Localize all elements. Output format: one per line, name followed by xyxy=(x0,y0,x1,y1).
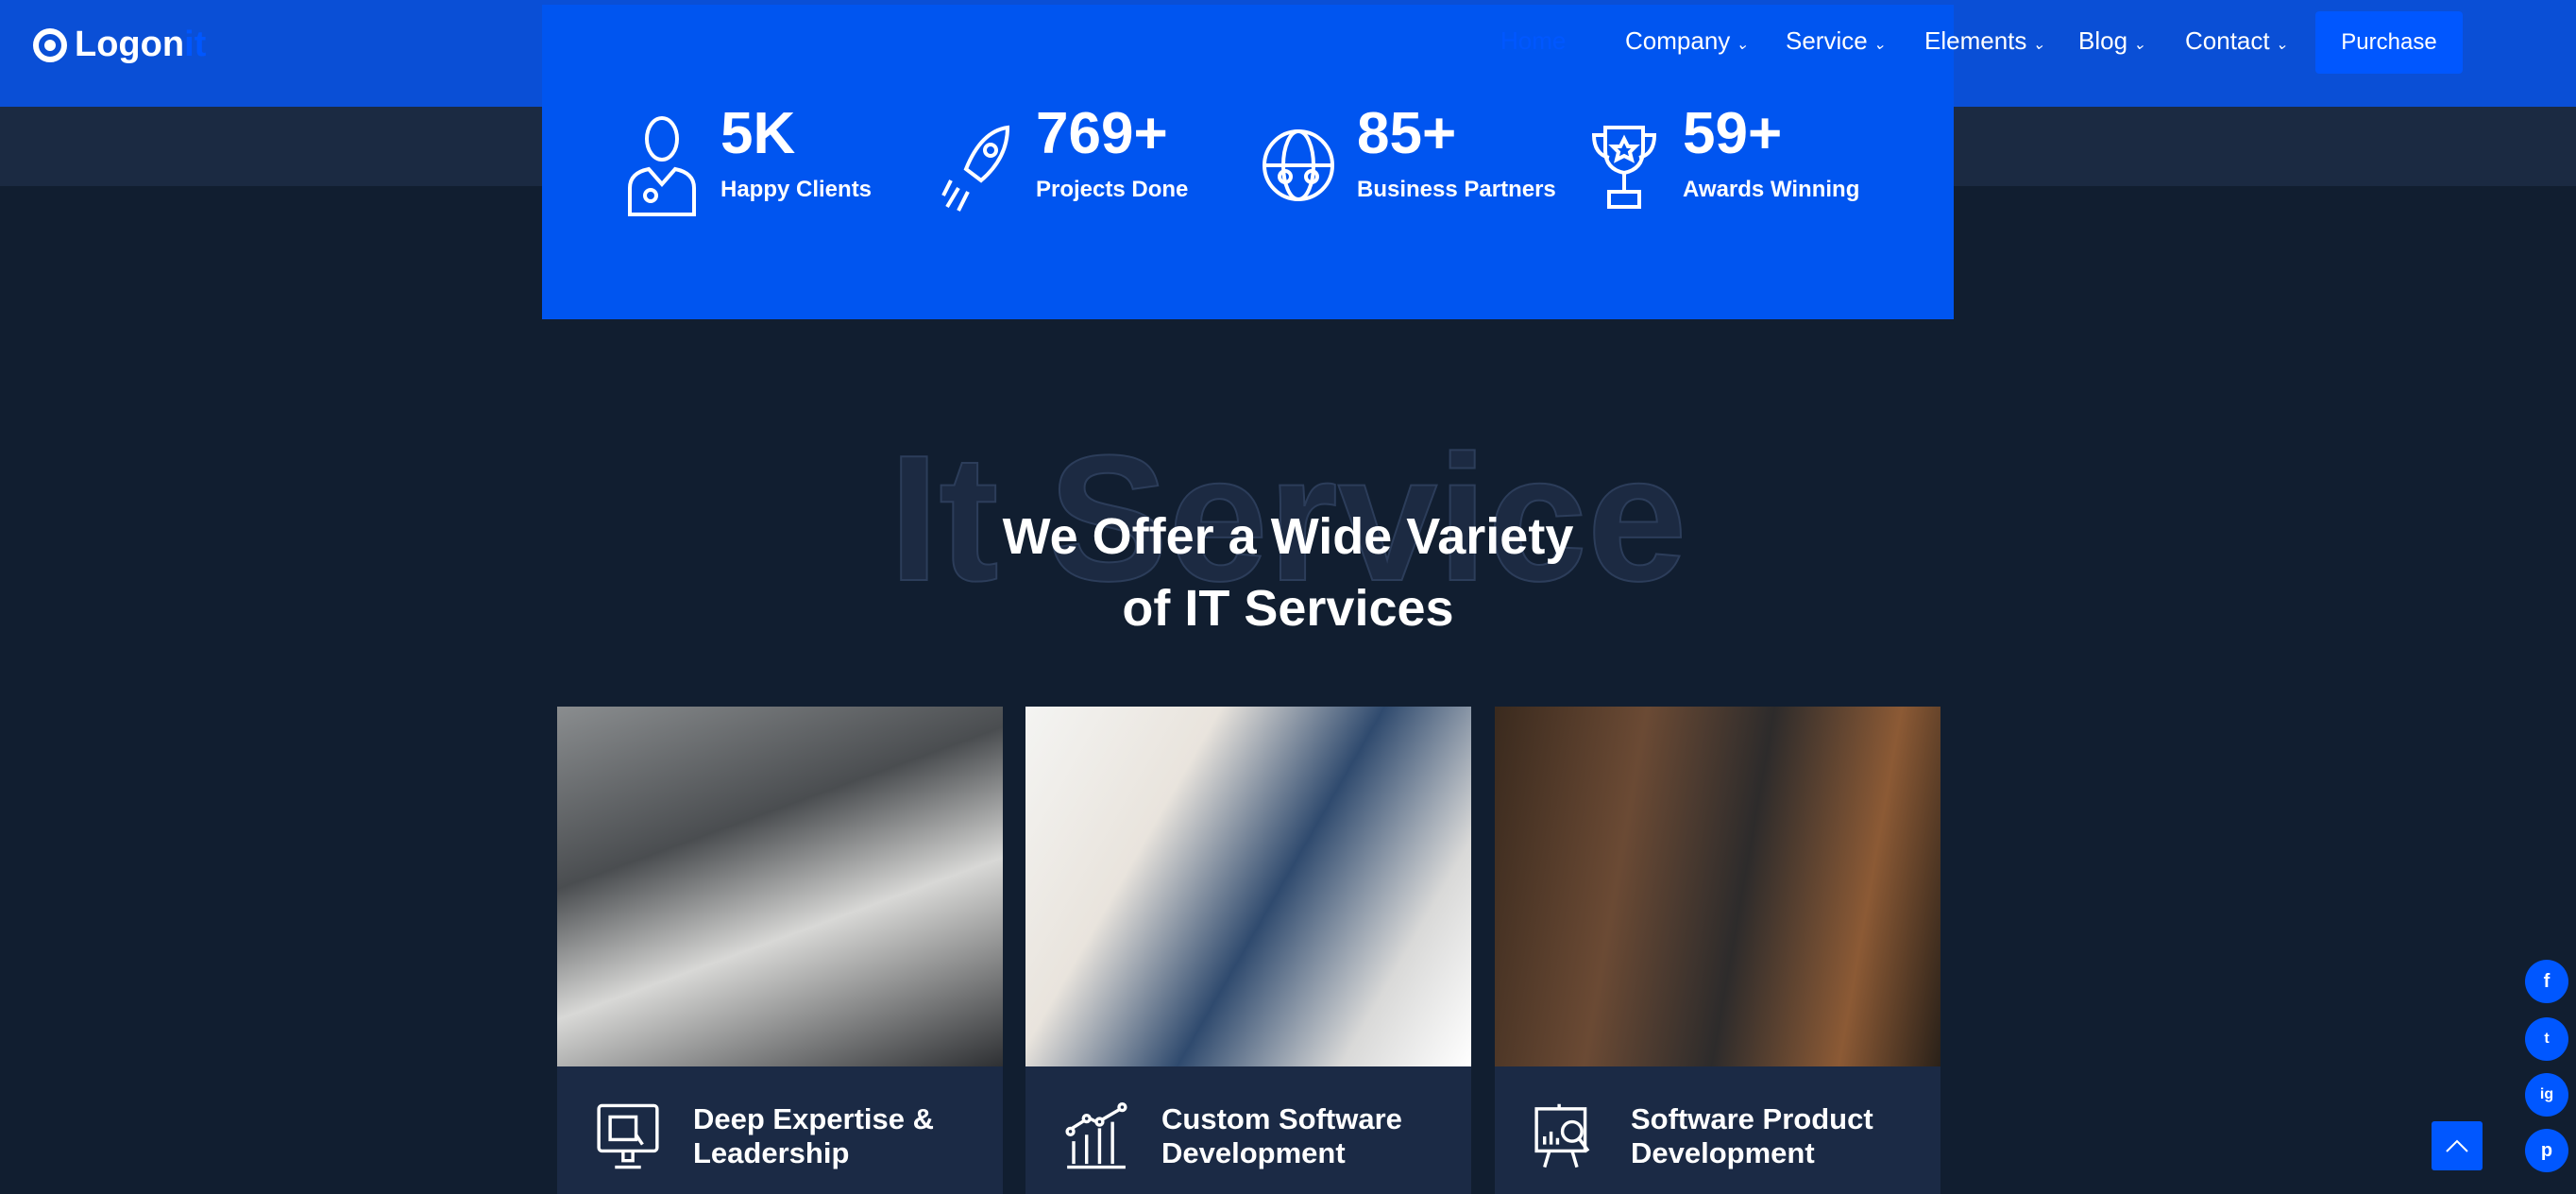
stat-label: Projects Done xyxy=(1036,177,1189,202)
stat-label: Happy Clients xyxy=(720,177,873,202)
doctor-icon xyxy=(628,116,696,216)
nav-home[interactable]: Home xyxy=(1500,26,1566,56)
card-image xyxy=(1495,707,1940,1066)
stat-value: 59+ xyxy=(1683,101,1783,166)
title-line: of IT Services xyxy=(1122,580,1454,637)
card-image xyxy=(557,707,1003,1066)
logo-icon xyxy=(33,27,67,62)
pinterest-icon[interactable]: p xyxy=(2525,1129,2568,1172)
logo[interactable]: Logonit xyxy=(33,25,206,65)
chevron-down-icon: ⌄ xyxy=(2275,37,2289,53)
nav-label: Contact xyxy=(2185,26,2270,55)
nav-blog[interactable]: Blog ⌄ xyxy=(2078,26,2145,56)
stat-awards-winning: 59+ Awards Winning xyxy=(1586,99,1859,216)
monitor-icon xyxy=(597,1103,659,1169)
stat-value: 85+ xyxy=(1357,101,1457,166)
section-title: We Offer a Wide Variety of IT Services xyxy=(0,501,2576,644)
nav-elements[interactable]: Elements ⌄ xyxy=(1924,26,2045,56)
twitter-icon[interactable]: t xyxy=(2525,1017,2568,1061)
purchase-button[interactable]: Purchase xyxy=(2315,11,2463,74)
chevron-down-icon: ⌄ xyxy=(2133,37,2146,53)
nav-label: Company xyxy=(1625,26,1731,55)
nav-label: Elements xyxy=(1924,26,2027,55)
title-line: We Offer a Wide Variety xyxy=(1002,508,1574,565)
nav-company[interactable]: Company ⌄ xyxy=(1625,26,1749,56)
nav-contact[interactable]: Contact ⌄ xyxy=(2185,26,2288,56)
card-image xyxy=(1025,707,1471,1066)
stat-value: 5K xyxy=(720,101,796,166)
nav-label: Service xyxy=(1786,26,1868,55)
service-card[interactable]: Deep Expertise & Leadership xyxy=(557,707,1003,1194)
scroll-to-top-button[interactable] xyxy=(2432,1121,2483,1170)
card-title: Software Product Development xyxy=(1631,1102,1873,1169)
stat-label: Awards Winning xyxy=(1683,177,1860,202)
instagram-icon[interactable]: ig xyxy=(2525,1073,2568,1117)
card-title: Custom Software Development xyxy=(1161,1102,1402,1169)
chevron-down-icon: ⌄ xyxy=(2032,37,2045,53)
chevron-down-icon: ⌄ xyxy=(1736,37,1749,53)
presentation-search-icon xyxy=(1534,1103,1590,1168)
rocket-icon xyxy=(941,125,1010,212)
trophy-icon xyxy=(1591,126,1657,209)
chevron-down-icon: ⌄ xyxy=(1873,37,1887,53)
nav-service[interactable]: Service ⌄ xyxy=(1786,26,1886,56)
card-title: Deep Expertise & Leadership xyxy=(693,1102,934,1169)
stat-label: Business Partners xyxy=(1357,177,1556,202)
globe-people-icon xyxy=(1263,129,1334,201)
logo-accent: it xyxy=(184,25,207,64)
stat-happy-clients: 5K Happy Clients xyxy=(624,99,872,216)
stat-value: 769+ xyxy=(1036,101,1168,166)
service-card[interactable]: Custom Software Development xyxy=(1025,707,1471,1194)
stat-business-partners: 85+ Business Partners xyxy=(1261,99,1556,216)
nav-label: Blog xyxy=(2078,26,2128,55)
facebook-icon[interactable]: f xyxy=(2525,960,2568,1003)
logo-text: Logon xyxy=(75,25,185,64)
chevron-up-icon xyxy=(2446,1139,2468,1152)
growth-chart-icon xyxy=(1065,1102,1127,1169)
stat-projects-done: 769+ Projects Done xyxy=(940,99,1188,216)
service-card[interactable]: Software Product Development xyxy=(1495,707,1940,1194)
